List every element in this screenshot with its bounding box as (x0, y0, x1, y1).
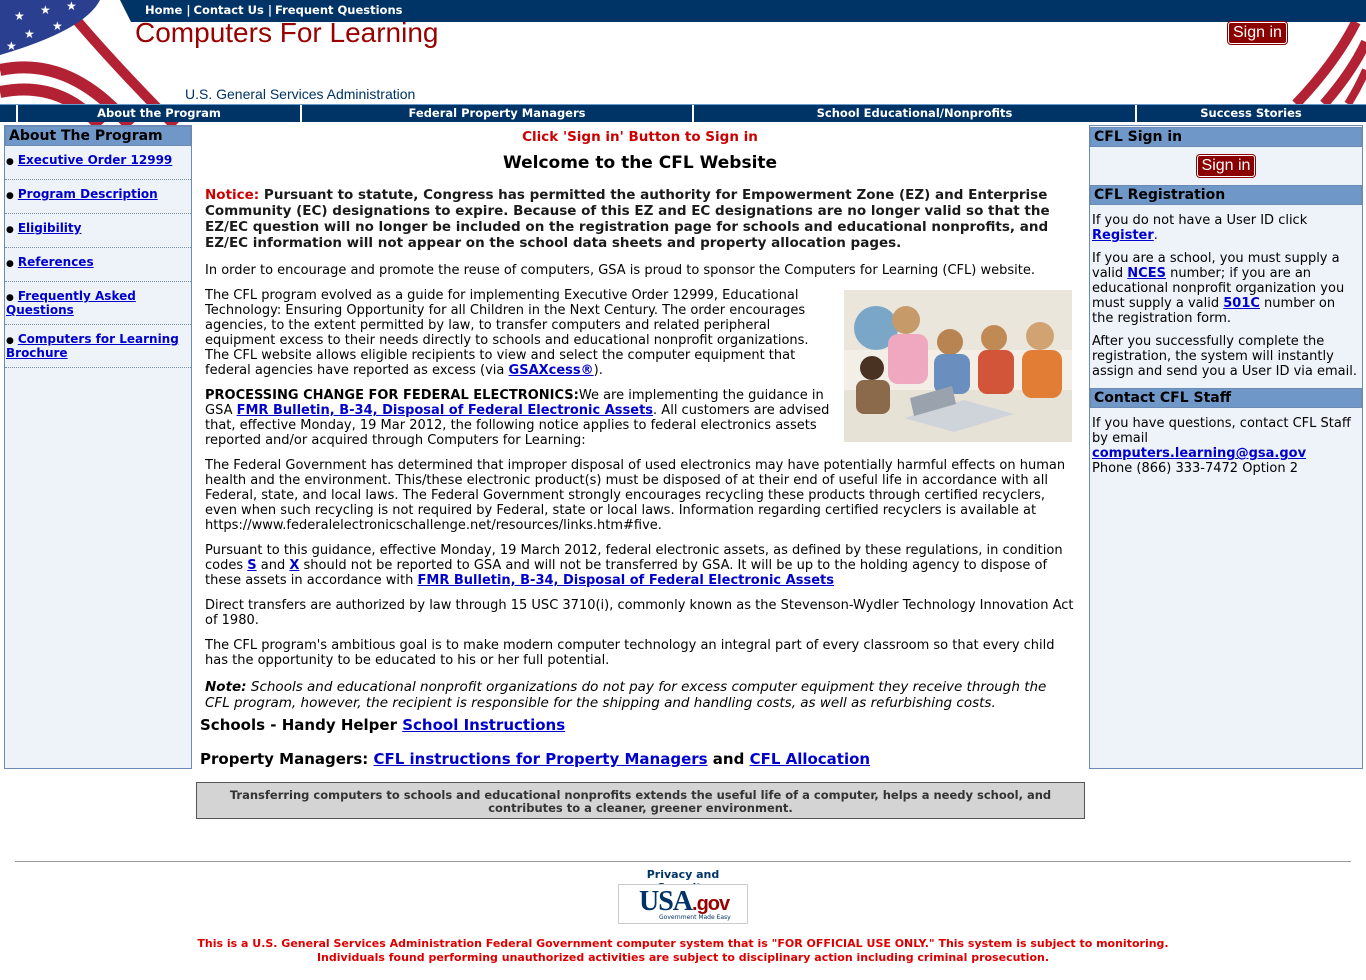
register-link[interactable]: Register (1092, 228, 1154, 243)
svg-text:★: ★ (66, 0, 77, 13)
right-sidebar: CFL Sign in Sign in CFL Registration If … (1089, 125, 1363, 769)
us-flag-right-image (1286, 22, 1366, 104)
contact-us-link[interactable]: Contact Us (194, 3, 264, 17)
contact-staff-heading: Contact CFL Staff (1090, 388, 1362, 408)
main-content: Click 'Sign in' Button to Sign in Welcom… (200, 125, 1080, 711)
goal-paragraph: The CFL program's ambitious goal is to m… (205, 638, 1055, 668)
sidebar-sign-in-button[interactable]: Sign in (1196, 155, 1256, 177)
registration-complete-paragraph: After you successfully complete the regi… (1092, 334, 1357, 379)
svg-text:★: ★ (24, 27, 35, 41)
register-paragraph: If you do not have a User ID click Regis… (1090, 213, 1362, 243)
usa-gov-logo[interactable]: USA.gov Government Made Easy (618, 884, 748, 924)
property-managers-line: Property Managers: CFL instructions for … (200, 750, 870, 768)
register-text-end: . (1153, 228, 1158, 243)
eligibility-link[interactable]: Eligibility (18, 221, 82, 235)
evolved-text-end: ). (593, 363, 603, 378)
footer-divider (15, 861, 1351, 862)
faq-link[interactable]: Frequently Asked Questions (6, 289, 136, 317)
sidebar-item-brochure: ● Computers for Learning Brochure (5, 325, 191, 368)
program-description-link[interactable]: Program Description (18, 187, 158, 201)
registration-requirements-paragraph: If you are a school, you must supply a v… (1090, 251, 1362, 326)
nav-school-nonprofits[interactable]: School Educational/Nonprofits (692, 105, 1135, 122)
executive-order-link[interactable]: Executive Order 12999 (18, 153, 172, 167)
note-paragraph: Note: Schools and educational nonprofit … (205, 679, 1075, 711)
transfer-banner: Transferring computers to schools and ed… (196, 782, 1085, 819)
svg-text:★: ★ (14, 9, 25, 23)
students-at-laptop-photo (844, 290, 1072, 442)
agency-label: U.S. General Services Administration (185, 86, 416, 102)
notice-paragraph: Notice: Pursuant to statute, Congress ha… (205, 187, 1075, 251)
note-text: Schools and educational nonprofit organi… (205, 679, 1047, 711)
sidebar-item-references: ● References (5, 248, 191, 282)
site-header: ★ ★ ★ ★ ★ ★ Computers For Learning U.S. … (0, 0, 1366, 126)
header-sign-in-button[interactable]: Sign in (1228, 22, 1287, 44)
fmr-bulletin-link[interactable]: FMR Bulletin, B-34, Disposal of Federal … (237, 403, 653, 418)
site-title: Computers For Learning (135, 17, 439, 48)
condition-code-s-link[interactable]: S (247, 558, 256, 573)
nav-about-program[interactable]: About the Program (16, 105, 300, 122)
501c-link[interactable]: 501C (1223, 296, 1260, 311)
disposal-paragraph: The Federal Government has determined th… (205, 458, 1066, 533)
contact-text: If you have questions, contact CFL Staff… (1092, 416, 1351, 446)
and-text: and (707, 750, 750, 768)
contact-phone: Phone (866) 333-7472 Option 2 (1092, 461, 1299, 476)
sign-in-instruction: Click 'Sign in' Button to Sign in (522, 129, 758, 145)
nav-federal-property-managers[interactable]: Federal Property Managers (300, 105, 692, 122)
sidebar-item-program-description: ● Program Description (5, 180, 191, 214)
brochure-link[interactable]: Computers for Learning Brochure (6, 332, 179, 360)
school-instructions-link[interactable]: School Instructions (402, 716, 565, 734)
usa-gov-logo-gov: .gov (692, 893, 730, 915)
schools-helper-label: Schools - Handy Helper (200, 716, 403, 734)
cfl-sign-in-heading: CFL Sign in (1090, 127, 1362, 147)
sidebar-item-executive-order: ● Executive Order 12999 (5, 146, 191, 180)
warning-line-2: Individuals found performing unauthorize… (316, 951, 1050, 964)
page-title: Welcome to the CFL Website (502, 153, 778, 173)
notice-text: Pursuant to statute, Congress has permit… (205, 187, 1050, 251)
evolved-paragraph: The CFL program evolved as a guide for i… (205, 288, 1075, 442)
svg-text:★: ★ (52, 19, 63, 33)
notice-label: Notice: (205, 187, 260, 203)
frequent-questions-link[interactable]: Frequent Questions (275, 3, 402, 17)
note-label: Note: (205, 679, 247, 695)
schools-helper-line: Schools - Handy Helper School Instructio… (200, 716, 565, 734)
property-managers-label: Property Managers: (200, 750, 374, 768)
processing-change-label: PROCESSING CHANGE FOR FEDERAL ELECTRONIC… (205, 388, 579, 403)
intro-paragraph: In order to encourage and promote the re… (205, 263, 1035, 278)
fmr-bulletin-link-2[interactable]: FMR Bulletin, B-34, Disposal of Federal … (418, 573, 834, 588)
sidebar-item-faq: ● Frequently Asked Questions (5, 282, 191, 325)
left-sidebar: About The Program ● Executive Order 12999… (4, 125, 192, 769)
direct-transfers-paragraph: Direct transfers are authorized by law t… (205, 598, 1074, 628)
contact-paragraph: If you have questions, contact CFL Staff… (1090, 416, 1362, 476)
svg-text:★: ★ (6, 39, 17, 53)
sidebar-item-eligibility: ● Eligibility (5, 214, 191, 248)
official-use-warning: This is a U.S. General Services Administ… (0, 937, 1366, 965)
nces-link[interactable]: NCES (1127, 266, 1166, 281)
svg-text:★: ★ (40, 3, 51, 17)
pm-instructions-link[interactable]: CFL instructions for Property Managers (373, 750, 707, 768)
cfl-registration-heading: CFL Registration (1090, 185, 1362, 205)
condition-code-x-link[interactable]: X (289, 558, 299, 573)
references-link[interactable]: References (18, 255, 94, 269)
usa-gov-tagline: Government Made Easy (659, 914, 731, 921)
main-nav-bar: About the Program Federal Property Manag… (0, 104, 1366, 122)
evolved-text: The CFL program evolved as a guide for i… (205, 288, 809, 378)
guidance-paragraph: Pursuant to this guidance, effective Mon… (205, 543, 1075, 588)
guidance-text-b: and (256, 558, 290, 573)
register-text: If you do not have a User ID click (1092, 213, 1308, 228)
contact-email-link[interactable]: computers.learning@gsa.gov (1092, 446, 1306, 461)
left-sidebar-heading: About The Program (5, 126, 191, 146)
cfl-allocation-link[interactable]: CFL Allocation (750, 750, 871, 768)
usa-gov-logo-main: USA (639, 886, 693, 917)
warning-line-1: This is a U.S. General Services Administ… (197, 937, 1169, 950)
gsaxcess-link[interactable]: GSAXcess® (509, 363, 594, 378)
nav-success-stories[interactable]: Success Stories (1135, 105, 1365, 122)
